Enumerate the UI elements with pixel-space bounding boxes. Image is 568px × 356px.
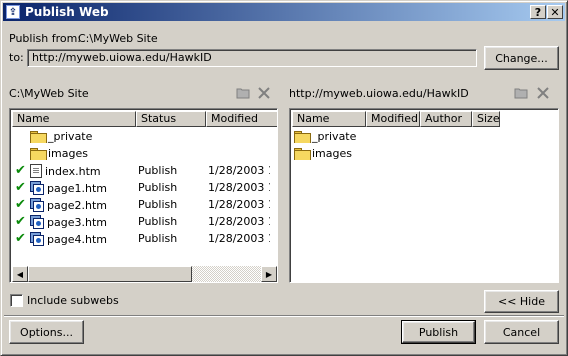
list-item[interactable]: ✔ page4.htm Publish 1/28/2003 11:: [10, 230, 277, 247]
list-item[interactable]: ✔ page3.htm Publish 1/28/2003 11:: [10, 213, 277, 230]
file-name: images: [312, 147, 352, 160]
folder-icon: [294, 148, 311, 160]
web-page-icon: [30, 232, 44, 246]
scroll-thumb[interactable]: [28, 266, 192, 282]
include-subwebs-label: Include subwebs: [27, 294, 119, 307]
file-name-cell: _private: [30, 130, 92, 143]
publish-check-icon: ✔: [15, 197, 26, 212]
folder-icon: [30, 131, 47, 143]
remote-path-label: http://myweb.uiowa.edu/HawkID: [289, 87, 469, 100]
local-file-list[interactable]: Name Status Modified _privateimages ✔ inde…: [9, 108, 278, 283]
document-icon: [30, 164, 42, 178]
modified-cell: 1/28/2003 11:: [208, 215, 270, 228]
column-header-modified[interactable]: Modified: [206, 111, 277, 127]
hide-button[interactable]: << Hide: [484, 290, 559, 313]
status-cell: Publish: [138, 198, 178, 211]
file-name-cell: page4.htm: [30, 232, 107, 246]
separator: [4, 315, 564, 317]
web-page-icon: [30, 198, 44, 212]
window-title: Publish Web: [25, 5, 109, 19]
file-name-cell: index.htm: [30, 164, 101, 178]
column-header-author[interactable]: Author: [420, 111, 472, 127]
file-name: _private: [48, 130, 93, 143]
to-label: to:: [9, 51, 24, 64]
status-cell: Publish: [138, 232, 178, 245]
column-header-size[interactable]: Size: [472, 111, 500, 127]
status-cell: Publish: [138, 215, 178, 228]
file-name-cell: page2.htm: [30, 198, 107, 212]
file-name-cell: page3.htm: [30, 215, 107, 229]
list-item[interactable]: ✔ page1.htm Publish 1/28/2003 11:: [10, 179, 277, 196]
folder-icon: [294, 131, 311, 143]
remote-delete-icon[interactable]: [535, 86, 551, 100]
remote-file-list[interactable]: Name Modified Author Size _privateimages: [289, 108, 559, 283]
help-button[interactable]: ?: [530, 5, 546, 19]
publish-check-icon: ✔: [15, 231, 26, 246]
publish-check-icon: ✔: [15, 180, 26, 195]
options-button[interactable]: Options...: [9, 320, 84, 344]
new-folder-icon[interactable]: [235, 86, 251, 100]
modified-cell: 1/28/2003 11:: [208, 164, 270, 177]
remote-new-folder-icon[interactable]: [513, 86, 529, 100]
cancel-button[interactable]: Cancel: [484, 320, 559, 344]
scroll-right-icon[interactable]: ▶: [261, 266, 277, 282]
web-page-icon: [30, 181, 44, 195]
column-header-name[interactable]: Name: [292, 111, 366, 127]
publish-check-icon: ✔: [15, 214, 26, 229]
status-cell: Publish: [138, 164, 178, 177]
file-name-cell: images: [294, 147, 352, 160]
include-subwebs-checkbox[interactable]: [10, 294, 23, 307]
column-header-name[interactable]: Name: [12, 111, 136, 127]
list-item[interactable]: _private: [290, 128, 558, 145]
scroll-track[interactable]: [192, 266, 261, 282]
list-item[interactable]: ✔ page2.htm Publish 1/28/2003 11:: [10, 196, 277, 213]
file-name-cell: page1.htm: [30, 181, 107, 195]
modified-cell: 1/28/2003 11:: [208, 232, 270, 245]
column-header-status[interactable]: Status: [136, 111, 206, 127]
publish-from-value: C:\MyWeb Site: [78, 32, 158, 45]
file-name: page2.htm: [47, 198, 107, 212]
list-item[interactable]: images: [10, 145, 277, 162]
publish-web-icon: ⇪: [6, 5, 20, 19]
destination-field[interactable]: http://myweb.uiowa.edu/HawkID: [27, 49, 477, 67]
file-name: page4.htm: [47, 232, 107, 246]
change-button[interactable]: Change...: [484, 46, 559, 70]
list-item[interactable]: _private: [10, 128, 277, 145]
status-cell: Publish: [138, 181, 178, 194]
publish-from-label: Publish from:: [9, 32, 82, 45]
modified-cell: 1/28/2003 11:: [208, 198, 270, 211]
scroll-left-icon[interactable]: ◀: [12, 266, 28, 282]
column-header-modified[interactable]: Modified: [366, 111, 420, 127]
modified-cell: 1/28/2003 11:: [208, 181, 270, 194]
file-name: _private: [312, 130, 357, 143]
file-name: page1.htm: [47, 181, 107, 195]
local-path-label: C:\MyWeb Site: [9, 87, 89, 100]
list-item[interactable]: images: [290, 145, 558, 162]
publish-check-icon: ✔: [15, 163, 26, 178]
file-name-cell: _private: [294, 130, 356, 143]
folder-icon: [30, 148, 47, 160]
horizontal-scrollbar[interactable]: ◀ ▶: [12, 266, 277, 282]
file-name-cell: images: [30, 147, 88, 160]
title-bar: ⇪ Publish Web ? ✕: [3, 3, 565, 21]
publish-button[interactable]: Publish: [401, 320, 476, 344]
close-button[interactable]: ✕: [547, 5, 563, 19]
web-page-icon: [30, 215, 44, 229]
delete-icon[interactable]: [256, 86, 272, 100]
list-item[interactable]: ✔ index.htm Publish 1/28/2003 11:: [10, 162, 277, 179]
file-name: index.htm: [45, 164, 101, 178]
file-name: images: [48, 147, 88, 160]
file-name: page3.htm: [47, 215, 107, 229]
